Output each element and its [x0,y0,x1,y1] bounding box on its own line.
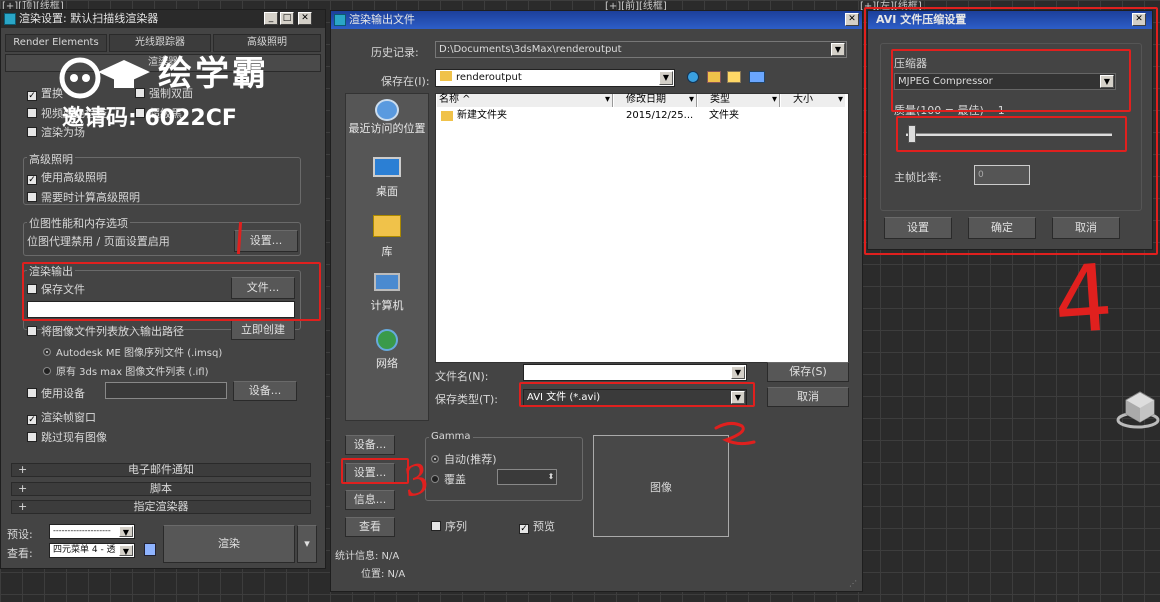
annotation-number-4: 4 [1050,244,1117,355]
maximize-button[interactable]: □ [280,12,294,25]
chevron-down-icon: ▼ [659,71,673,85]
minimize-button[interactable]: _ [264,12,278,25]
info-button[interactable]: 信息... [345,490,395,510]
view-button[interactable]: 查看 [345,517,395,537]
rollout-plus-icon: + [18,463,28,476]
annotation-box-render-output [22,262,321,321]
filetype-label: 保存类型(T): [435,393,499,406]
close-button[interactable]: ✕ [845,13,859,26]
rollout-plus-icon: + [18,500,28,513]
col-name[interactable]: 名称 ^ ▾ [437,94,613,107]
use-device-checkbox[interactable]: 使用设备 [27,385,85,401]
gamma-override-radio[interactable]: 覆盖 [431,471,466,487]
skip-existing-checkbox[interactable]: 跳过现有图像 [27,429,107,445]
computer-icon [374,273,400,291]
resize-grip-icon[interactable]: ⋰ [849,579,859,589]
filename-label: 文件名(N): [435,370,489,383]
annotation-number-2-icon [712,418,758,452]
location-text: 位置: N/A [361,569,406,580]
desktop-icon [373,157,401,177]
image-list-checkbox[interactable]: 将图像文件列表放入输出路径 [27,323,184,339]
chevron-down-icon: ▼ [119,545,133,556]
recent-places-icon [375,99,399,121]
stats-text: 统计信息: N/A [335,551,400,562]
up-folder-icon[interactable] [707,71,721,83]
chevron-down-icon: ▼ [831,43,845,56]
device-field[interactable] [105,382,227,399]
library-icon [373,215,401,237]
render-type-dropdown[interactable]: ▾ [297,525,317,563]
use-advanced-lighting-checkbox[interactable]: ✓ 使用高级照明 [27,169,107,185]
watermark-logo-icon [52,50,152,100]
ifl-radio[interactable]: 原有 3ds max 图像文件列表 (.ifl) [43,363,208,378]
create-now-button[interactable]: 立即创建 [231,320,295,340]
new-folder-icon[interactable] [727,71,741,83]
file-dialog-titlebar[interactable]: 渲染输出文件 [331,11,862,29]
sequence-checkbox[interactable]: 序列 [431,518,467,534]
watermark-invite-code: 邀请码: 6022CF [62,106,237,131]
col-date[interactable]: 修改日期 ▾ [614,94,697,107]
save-button[interactable]: 保存(S) [767,362,849,382]
annotation-box-quality [896,116,1127,152]
rollout-scripts[interactable]: + 脚本 [11,482,311,496]
spinner-arrows-icon[interactable]: ⬍ [545,469,557,485]
folder-icon [441,111,453,121]
bitmap-setup-button[interactable]: 设置... [234,230,298,252]
devices-button[interactable]: 设备... [233,381,297,401]
lock-icon[interactable] [144,543,156,556]
max-app-icon [334,14,346,26]
place-recent[interactable]: 最近访问的位置 [345,95,429,151]
bitmap-label: 位图性能和内存选项 [27,215,130,231]
folder-icon [440,71,452,81]
preview-checkbox[interactable]: ✓ 预览 [519,518,555,534]
render-setup-title: 渲染设置: 默认扫描线渲染器 [19,12,159,25]
view-dropdown[interactable]: 四元菜单 4 - 透 ▼ [49,543,135,558]
advanced-lighting-label: 高级照明 [27,151,75,167]
annotation-box-filetype [519,382,755,407]
preset-dropdown[interactable]: -------------------- ▼ [49,524,135,539]
viewcube-icon[interactable] [1112,380,1160,436]
table-row[interactable]: 新建文件夹 2015/12/25... 文件夹 [437,109,847,123]
save-in-dropdown[interactable]: renderoutput ▼ [435,69,675,87]
devices-button[interactable]: 设备... [345,435,395,455]
history-label: 历史记录: [371,46,419,59]
watermark-brand: 绘学霸 [158,54,269,94]
back-icon[interactable] [687,71,699,83]
render-output-file-dialog: 渲染输出文件 ✕ 历史记录: D:\Documents\3dsMax\rende… [330,10,863,592]
cancel-button[interactable]: 取消 [767,387,849,407]
view-menu-icon[interactable] [749,71,765,83]
preset-label: 预设: [7,528,33,541]
place-library[interactable]: 库 [345,215,429,263]
compute-advanced-lighting-checkbox[interactable]: 需要时计算高级照明 [27,189,140,205]
view-label: 查看: [7,547,33,560]
place-desktop[interactable]: 桌面 [345,157,429,205]
history-dropdown[interactable]: D:\Documents\3dsMax\renderoutput ▼ [435,41,847,58]
file-dialog-title: 渲染输出文件 [349,13,415,26]
max-app-icon [4,13,16,25]
rollout-email[interactable]: + 电子邮件通知 [11,463,311,477]
bitmap-status: 位图代理禁用 / 页面设置启用 [27,235,170,248]
place-computer[interactable]: 计算机 [345,273,429,321]
close-button[interactable]: ✕ [298,12,312,25]
col-type[interactable]: 类型 ▾ [698,94,780,107]
filename-input[interactable]: ▼ [523,364,747,381]
network-icon [376,329,398,351]
chevron-down-icon: ▼ [119,526,133,537]
frame-window-checkbox[interactable]: ✓ 渲染帧窗口 [27,409,96,425]
save-in-label: 保存在(I): [381,75,430,88]
place-network[interactable]: 网络 [345,329,429,377]
file-list[interactable] [435,93,849,363]
annotation-box-compressor [891,49,1131,112]
gamma-auto-radio[interactable]: 自动(推荐) [431,451,497,467]
col-size[interactable]: 大小 ▾ [781,94,845,107]
image-label: 图像 [650,481,672,494]
imsq-radio[interactable]: Autodesk ME 图像序列文件 (.imsq) [43,344,222,359]
render-button[interactable]: 渲染 [163,525,295,563]
chevron-down-icon: ▼ [731,366,745,379]
rollout-plus-icon: + [18,482,28,495]
gamma-label: Gamma [429,431,473,442]
rollout-assign-renderer[interactable]: + 指定渲染器 [11,500,311,514]
